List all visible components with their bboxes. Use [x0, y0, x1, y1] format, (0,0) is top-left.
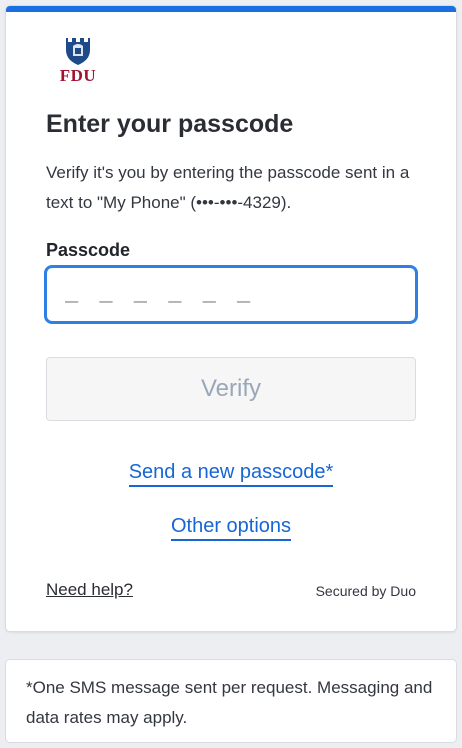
send-new-passcode-link[interactable]: Send a new passcode* [128, 461, 334, 487]
sms-footnote-text: *One SMS message sent per request. Messa… [26, 678, 433, 727]
passcode-label: Passcode [46, 240, 131, 260]
fdu-logo: FDU [54, 36, 110, 88]
page-title: Enter your passcode [46, 110, 294, 138]
other-options-link-row: Other options [6, 515, 456, 541]
need-help-link[interactable]: Need help? [46, 580, 133, 600]
instructions-text: Verify it's you by entering the passcode… [46, 163, 410, 212]
other-options-link[interactable]: Other options [170, 515, 292, 541]
shield-crest-icon [66, 38, 90, 65]
auth-card: FDU Enter your passcode Verify it's you … [6, 6, 456, 631]
send-new-passcode-link-row: Send a new passcode* [6, 461, 456, 487]
sms-footnote: *One SMS message sent per request. Messa… [6, 660, 456, 742]
accent-bar [6, 6, 456, 12]
secured-by-duo: Secured by Duo [315, 583, 416, 599]
passcode-input[interactable] [44, 265, 418, 324]
verify-button[interactable]: Verify [46, 357, 416, 421]
logo-text: FDU [59, 66, 97, 85]
